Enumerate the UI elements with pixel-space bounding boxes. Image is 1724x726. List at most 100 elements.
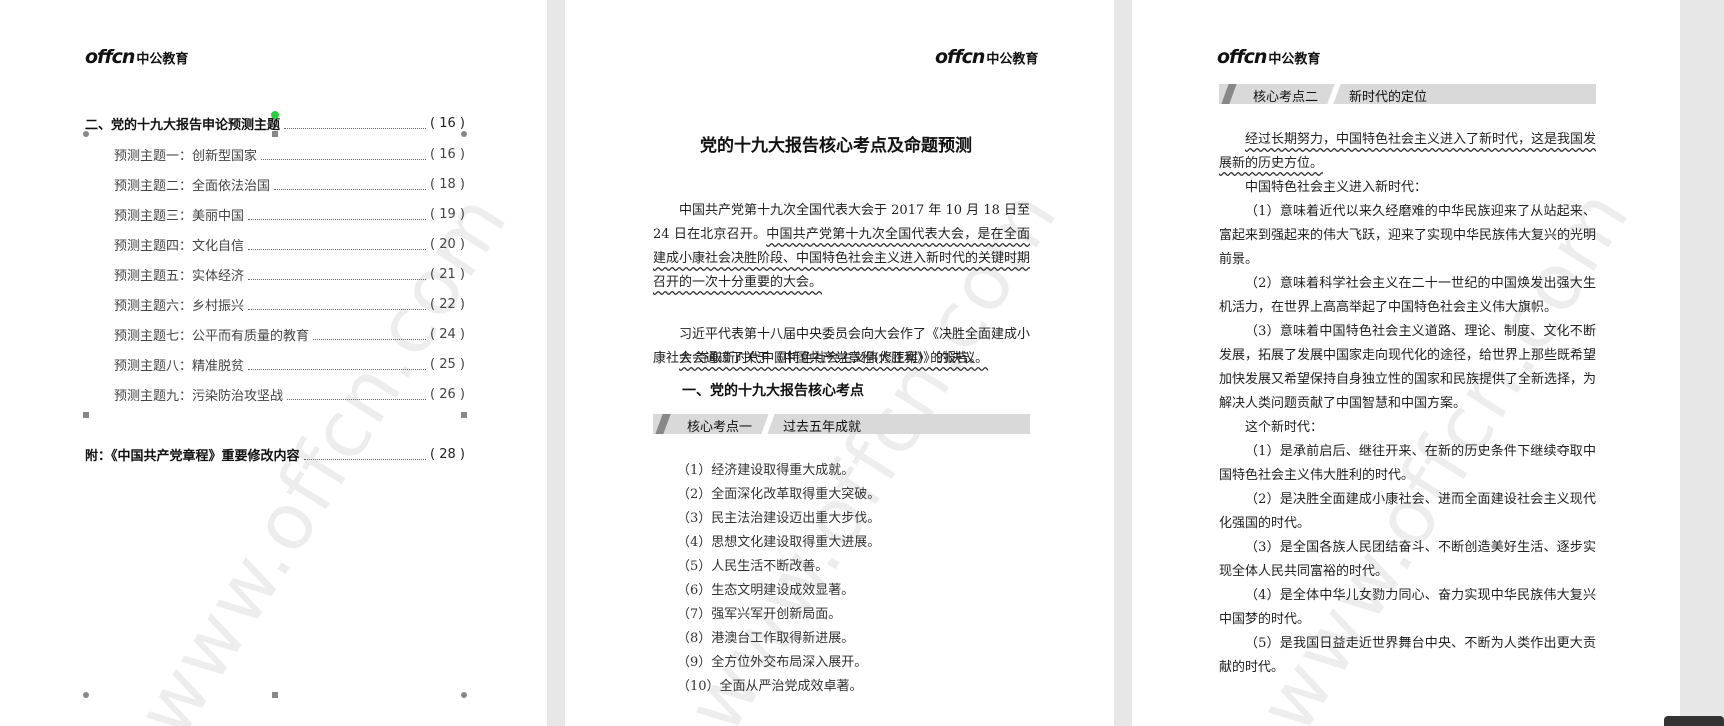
achievement-item: （9）全方位外交布局深入展开。 [677,655,868,670]
achievement-item: （6）生态文明建设成效显著。 [677,583,855,598]
achievement-item: （8）港澳台工作取得新进展。 [677,631,855,646]
brand-logo: offcn 中公教育 [935,46,1038,68]
toc-page-number: ( 19 ) [430,206,465,222]
toc-entry-title: 预测主题九：污染防治攻坚战 [114,388,284,404]
key-point-bar: 核心考点一 过去五年成就 [653,414,1030,435]
toc-page-number: ( 16 ) [430,146,465,162]
toc-entry[interactable]: 预测主题九：污染防治攻坚战 ( 26 ) [114,384,465,404]
toc-entry[interactable]: 预测主题五：实体经济 ( 21 ) [114,264,465,284]
era-paragraph: （5）是我国日益走近世界舞台中央、不断为人类作出更大贡献的时代。 [1219,636,1596,675]
lead-paragraph: 经过长期努力，中国特色社会主义进入了新时代，这是我国发展新的历史方位。 [1219,128,1596,176]
toc-leader-dots [248,239,427,250]
toc-page-number: ( 20 ) [430,236,465,252]
toc-appendix-entry[interactable]: 附：《中国共产党章程》重要修改内容 ( 28 ) [85,444,465,464]
toc-entry-title: 预测主题一：创新型国家 [114,148,258,164]
logo-cn: 中公教育 [986,52,1039,67]
bar-accent [1221,84,1237,104]
resize-handle-bottom-right[interactable] [461,692,467,698]
rotate-handle[interactable] [271,111,279,119]
subheading: 中国特色社会主义进入新时代： [1245,180,1428,195]
toc-leader-dots [261,149,427,160]
toc-entry[interactable]: 预测主题八：精准脱贫 ( 25 ) [114,354,465,374]
resize-handle-bottom[interactable] [272,692,278,698]
toc-page-number: ( 21 ) [430,266,465,282]
toc-leader-dots [313,329,427,340]
achievement-item: （4）思想文化建设取得重大进展。 [677,535,881,550]
era-paragraph: （2）是决胜全面建成小康社会、进而全面建设社会主义现代化强国的时代。 [1219,492,1596,531]
toc-leader-dots [303,449,427,460]
toc-leader-dots [274,179,427,190]
intro-paragraph: 中国共产党第十九次全国代表大会于 2017 年 10 月 18 日至 24 日在… [653,199,1030,295]
resize-handle-bottom-left[interactable] [83,692,89,698]
achievement-item: （10）全面从严治党成效卓著。 [677,679,863,694]
bar-separator [1327,84,1341,104]
achievement-item: （1）经济建设取得重大成就。 [677,463,855,478]
toc-page-number: ( 26 ) [430,386,465,402]
resize-handle-right[interactable] [461,412,467,418]
resolution-paragraph: 大会通过了关于《中国共产党章程(修正案)》的决议。 [653,347,1030,371]
key-point-label: 核心考点二 [1253,90,1319,105]
lead-text: 经过长期努力，中国特色社会主义进入了新时代，这是我国发展新的历史方位。 [1219,132,1597,171]
toc-entry-title: 预测主题六：乡村振兴 [114,298,245,314]
toc-appendix-title: 附：《中国共产党章程》重要修改内容 [85,448,300,464]
brand-logo: offcn 中公教育 [85,46,188,68]
achievement-item: （7）强军兴军开创新局面。 [677,607,842,622]
toc-entry-title: 预测主题四：文化自信 [114,238,245,254]
key-point-bar: 核心考点二 新时代的定位 [1219,84,1596,105]
toc-page-number: ( 18 ) [430,176,465,192]
toc-leader-dots [248,209,427,220]
toc-entry[interactable]: 预测主题三：美丽中国 ( 19 ) [114,204,465,224]
resize-handle-top-left[interactable] [83,131,89,137]
resize-handle-left[interactable] [83,412,89,418]
resize-handle-top-right[interactable] [461,131,467,137]
section-heading: 一、党的十九大报告核心考点 [682,383,864,399]
logo-en: offcn [935,46,985,68]
document-page-1: www.offcn.com offcn 中公教育 二、党的十九大报告申论预测主题… [0,0,547,726]
toc-main-title: 二、党的十九大报告申论预测主题 [85,117,281,133]
toc-page-number: ( 16 ) [430,115,465,131]
toc-leader-dots [248,359,427,370]
key-point-title: 新时代的定位 [1349,90,1428,105]
achievement-item: （2）全面深化改革取得重大突破。 [677,487,881,502]
toc-leader-dots [248,299,427,310]
toc-page-number: ( 24 ) [430,326,465,342]
toc-entry-title: 预测主题二：全面依法治国 [114,178,271,194]
achievement-item: （3）民主法治建设迈出重大步伐。 [677,511,881,526]
toc-page-number: ( 22 ) [430,296,465,312]
logo-cn: 中公教育 [136,52,189,67]
toc-entry[interactable]: 预测主题二：全面依法治国 ( 18 ) [114,174,465,194]
era-paragraph: （1）是承前启后、继往开来、在新的历史条件下继续夺取中国特色社会主义伟大胜利的时… [1219,444,1596,483]
key-point-label: 核心考点一 [687,420,753,435]
toc-entry[interactable]: 预测主题四：文化自信 ( 20 ) [114,234,465,254]
bar-accent [655,414,671,434]
document-title: 党的十九大报告核心考点及命题预测 [700,136,972,156]
toc-entry-title: 预测主题五：实体经济 [114,268,245,284]
era-paragraph: （4）是全体中华儿女勠力同心、奋力实现中华民族伟大复兴中国梦的时代。 [1219,588,1596,627]
era-paragraph: （3）是全国各族人民团结奋斗、不断创造美好生活、逐步实现全体人民共同富裕的时代。 [1219,540,1596,579]
bar-separator [761,414,775,434]
brand-logo: offcn 中公教育 [1217,46,1320,68]
meaning-paragraph: （3）意味着中国特色社会主义道路、理论、制度、文化不断发展，拓展了发展中国家走向… [1219,324,1597,411]
toc-leader-dots [248,269,427,280]
toc-entry[interactable]: 预测主题一：创新型国家 ( 16 ) [114,144,465,164]
toc-entry[interactable]: 预测主题六：乡村振兴 ( 22 ) [114,294,465,314]
achievement-item: （5）人民生活不断改善。 [677,559,829,574]
toc-entry[interactable]: 预测主题七：公平而有质量的教育 ( 24 ) [114,324,465,344]
logo-en: offcn [1217,46,1267,68]
subheading: 这个新时代： [1245,420,1324,435]
toc-page-number: ( 25 ) [430,356,465,372]
logo-cn: 中公教育 [1268,52,1321,67]
logo-en: offcn [85,46,135,68]
meaning-paragraph: （1）意味着近代以来久经磨难的中华民族迎来了从站起来、富起来到强起来的伟大飞跃，… [1219,204,1597,267]
toc-leader-dots [287,389,427,400]
toc-entry-title: 预测主题八：精准脱贫 [114,358,245,374]
toc-entry-title: 预测主题三：美丽中国 [114,208,245,224]
toc-leader-dots [284,118,427,129]
key-point-title: 过去五年成就 [783,420,862,435]
resize-handle-top[interactable] [272,131,278,137]
toc-page-number: ( 28 ) [430,446,465,462]
meaning-paragraph: （2）意味着科学社会主义在二十一世纪的中国焕发出强大生机活力，在世界上高高举起了… [1219,276,1596,315]
toc-entry-title: 预测主题七：公平而有质量的教育 [114,328,310,344]
resolution-text: 大会通过了关于《中国共产党章程(修正案)》的决议。 [679,351,989,366]
status-corner[interactable] [1664,716,1724,726]
